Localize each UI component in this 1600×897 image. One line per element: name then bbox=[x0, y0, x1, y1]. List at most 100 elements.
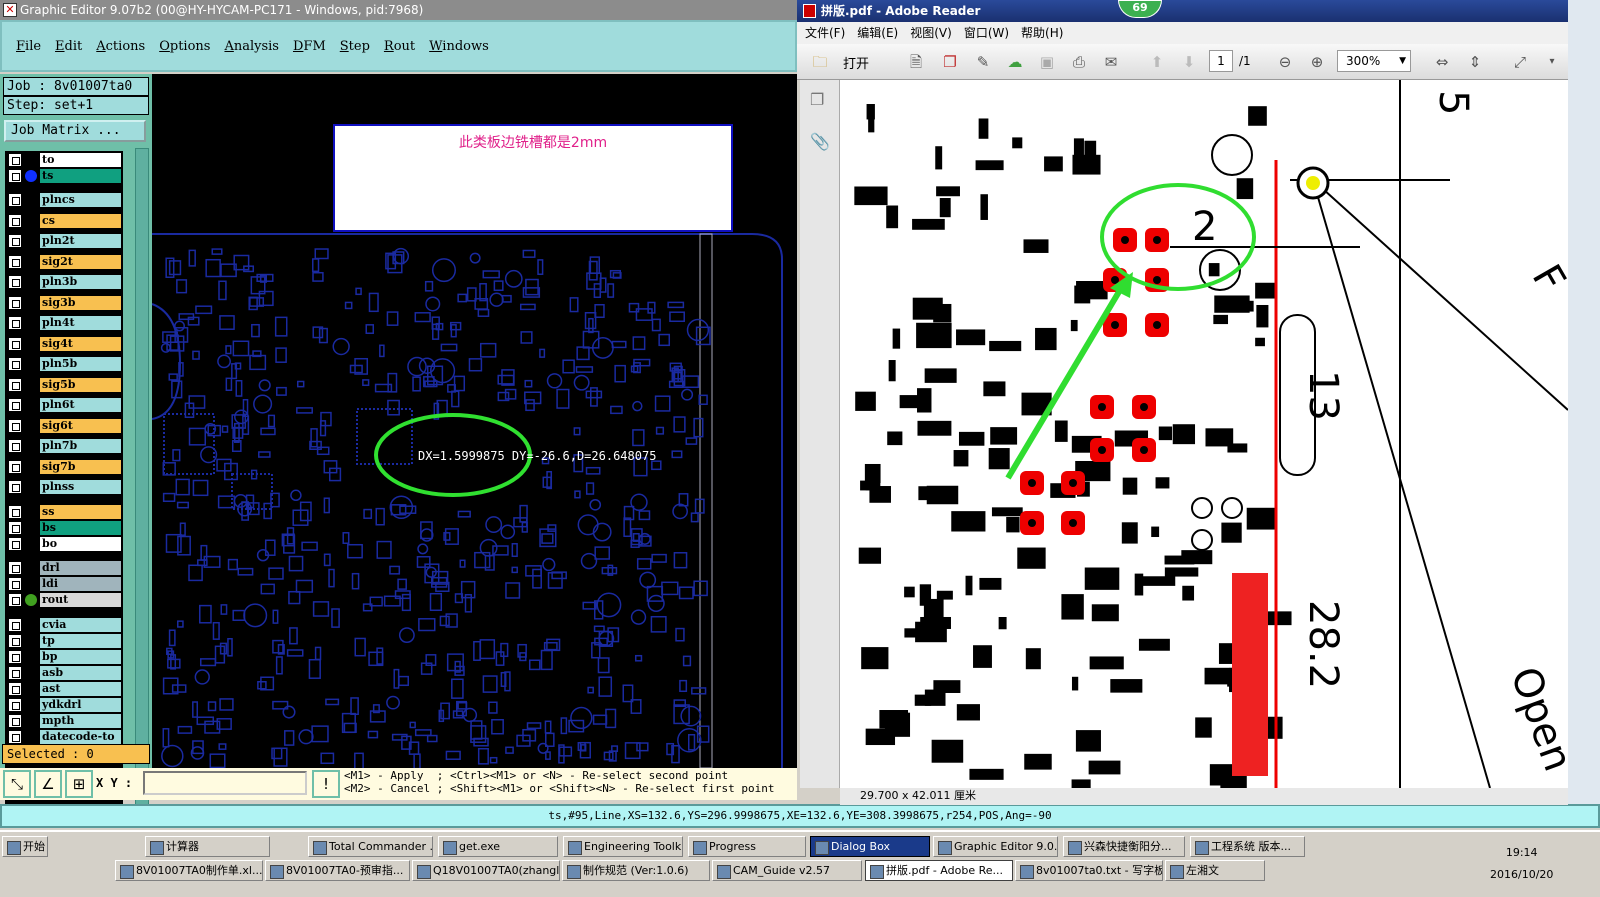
layer-name[interactable]: tp bbox=[40, 633, 121, 648]
layer-pln2t[interactable]: pln2t bbox=[5, 234, 123, 248]
layer-pln5b[interactable]: pln5b bbox=[5, 357, 123, 371]
layer-checkbox[interactable] bbox=[9, 562, 21, 574]
layer-checkbox[interactable] bbox=[9, 666, 21, 679]
layer-checkbox[interactable] bbox=[9, 521, 21, 534]
layer-checkbox[interactable] bbox=[9, 419, 21, 432]
menu-options[interactable]: Options bbox=[159, 39, 210, 54]
menu-analysis[interactable]: Analysis bbox=[224, 39, 279, 54]
layer-name[interactable]: bs bbox=[40, 520, 121, 535]
layer-checkbox[interactable] bbox=[9, 730, 21, 743]
layer-sig3b[interactable]: sig3b bbox=[5, 295, 123, 310]
menu-help-cn[interactable]: 帮助(H) bbox=[1021, 22, 1063, 44]
menu-file[interactable]: File bbox=[16, 39, 41, 54]
layer-name[interactable]: sig2t bbox=[40, 254, 121, 269]
menu-windows[interactable]: Windows bbox=[429, 39, 489, 54]
layer-checkbox[interactable] bbox=[9, 460, 21, 473]
taskbar-item[interactable]: Total Commander ... bbox=[308, 836, 433, 857]
layer-checkbox[interactable] bbox=[9, 698, 21, 711]
layer-checkbox[interactable] bbox=[9, 194, 21, 206]
layer-checkbox[interactable] bbox=[9, 235, 21, 247]
xy-input[interactable] bbox=[143, 771, 307, 795]
layer-plnss[interactable]: plnss bbox=[5, 480, 123, 494]
fit-width-icon[interactable]: ⇔ bbox=[1431, 52, 1453, 72]
layer-plncs[interactable]: plncs bbox=[5, 193, 123, 207]
layer-name[interactable]: pln7b bbox=[40, 439, 121, 453]
layer-ss[interactable]: ss bbox=[5, 504, 123, 519]
next-page-icon[interactable]: ⬇ bbox=[1178, 52, 1200, 72]
taskbar-item[interactable]: Graphic Editor 9.0... bbox=[933, 836, 1058, 857]
layer-name[interactable]: drl bbox=[40, 561, 121, 575]
upload-cloud-icon[interactable]: ☁ bbox=[1004, 52, 1026, 72]
layer-pln3b[interactable]: pln3b bbox=[5, 275, 123, 289]
layer-name[interactable]: bo bbox=[40, 536, 121, 551]
layer-name[interactable]: ydkdrl bbox=[40, 697, 121, 712]
start-button[interactable]: 开始 bbox=[2, 836, 48, 857]
layer-name[interactable]: cvia bbox=[40, 617, 121, 632]
layer-checkbox[interactable] bbox=[9, 682, 21, 695]
layer-name[interactable]: ast bbox=[40, 681, 121, 696]
layer-checkbox[interactable] bbox=[9, 634, 21, 647]
layer-name[interactable]: plncs bbox=[40, 193, 121, 207]
layer-tp[interactable]: tp bbox=[5, 633, 123, 648]
measure-angle-icon[interactable]: ∠ bbox=[34, 770, 62, 798]
email-icon[interactable]: ✉ bbox=[1100, 52, 1122, 72]
layer-name[interactable]: pln2t bbox=[40, 234, 121, 248]
layer-name[interactable]: datecode-to bbox=[40, 729, 121, 744]
layer-checkbox[interactable] bbox=[9, 618, 21, 631]
layer-checkbox[interactable] bbox=[9, 337, 21, 350]
layer-checkbox[interactable] bbox=[9, 296, 21, 309]
layer-checkbox[interactable] bbox=[9, 378, 21, 391]
layer-name[interactable]: rout bbox=[40, 593, 121, 607]
layer-bo[interactable]: bo bbox=[5, 536, 123, 551]
layer-name[interactable]: pln4t bbox=[40, 316, 121, 330]
zoom-select[interactable]: 300% ▼ bbox=[1337, 50, 1411, 72]
menu-file-cn[interactable]: 文件(F) bbox=[805, 22, 845, 44]
prev-page-icon[interactable]: ⬆ bbox=[1146, 52, 1168, 72]
taskbar-item[interactable]: 工程系统 版本... bbox=[1190, 836, 1305, 857]
zoom-in-icon[interactable]: ⊕ bbox=[1306, 52, 1328, 72]
layer-name[interactable]: ts bbox=[40, 169, 121, 183]
layer-scrollbar[interactable] bbox=[135, 148, 149, 814]
layer-pln4t[interactable]: pln4t bbox=[5, 316, 123, 330]
layer-name[interactable]: cs bbox=[40, 213, 121, 228]
layer-checkbox[interactable] bbox=[9, 214, 21, 227]
layer-ts[interactable]: ts bbox=[5, 169, 123, 183]
layer-asb[interactable]: asb bbox=[5, 665, 123, 680]
layer-checkbox[interactable] bbox=[9, 276, 21, 288]
layer-checkbox[interactable] bbox=[9, 594, 21, 606]
layer-checkbox[interactable] bbox=[9, 440, 21, 452]
taskbar-item[interactable]: get.exe bbox=[438, 836, 558, 857]
chevron-down-icon[interactable]: ▼ bbox=[1399, 51, 1406, 71]
layer-name[interactable]: ldi bbox=[40, 577, 121, 591]
layer-name[interactable]: to bbox=[40, 153, 121, 167]
layer-checkbox[interactable] bbox=[9, 255, 21, 268]
layer-cs[interactable]: cs bbox=[5, 213, 123, 228]
menu-window-cn[interactable]: 窗口(W) bbox=[964, 22, 1009, 44]
layer-sig4t[interactable]: sig4t bbox=[5, 336, 123, 351]
menu-actions[interactable]: Actions bbox=[96, 39, 145, 54]
layer-checkbox[interactable] bbox=[9, 714, 21, 727]
menu-edit[interactable]: Edit bbox=[55, 39, 82, 54]
toolbar-more-icon[interactable]: ▾ bbox=[1541, 52, 1563, 72]
layer-name[interactable]: pln3b bbox=[40, 275, 121, 289]
taskbar-item[interactable]: 8V01007TA0制作单.xl... bbox=[115, 860, 263, 881]
menu-view-cn[interactable]: 视图(V) bbox=[910, 22, 952, 44]
taskbar-item[interactable]: 左湘文 bbox=[1165, 860, 1265, 881]
layer-name[interactable]: sig3b bbox=[40, 295, 121, 310]
taskbar-item[interactable]: Q18V01007TA0(zhangl... bbox=[412, 860, 560, 881]
taskbar-item[interactable]: Dialog Box bbox=[810, 836, 930, 857]
layer-name[interactable]: mpth bbox=[40, 713, 121, 728]
layer-mpth[interactable]: mpth bbox=[5, 713, 123, 728]
layer-sig2t[interactable]: sig2t bbox=[5, 254, 123, 269]
taskbar-item[interactable]: Progress bbox=[688, 836, 806, 857]
layer-ydkdrl[interactable]: ydkdrl bbox=[5, 697, 123, 712]
taskbar-item[interactable]: 计算器 bbox=[145, 836, 270, 857]
layer-checkbox[interactable] bbox=[9, 170, 21, 182]
layer-name[interactable]: bp bbox=[40, 649, 121, 664]
zoom-out-icon[interactable]: ⊖ bbox=[1274, 52, 1296, 72]
layer-name[interactable]: sig4t bbox=[40, 336, 121, 351]
taskbar-item[interactable]: 制作规范 (Ver:1.0.6) bbox=[562, 860, 710, 881]
layer-name[interactable]: plnss bbox=[40, 480, 121, 494]
menu-step[interactable]: Step bbox=[340, 39, 370, 54]
layer-pln7b[interactable]: pln7b bbox=[5, 439, 123, 453]
